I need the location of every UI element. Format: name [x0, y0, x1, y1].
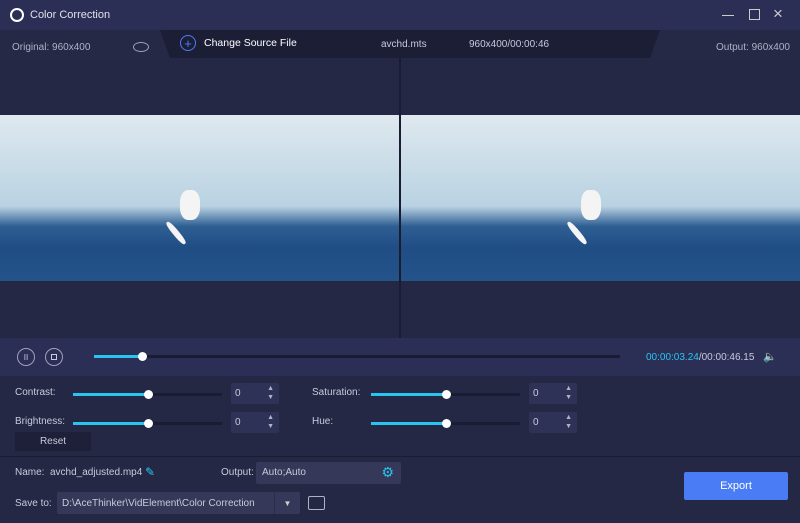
- arrow-down-icon[interactable]: ▼: [565, 423, 572, 430]
- app-logo-icon: [10, 8, 24, 22]
- edit-name-icon[interactable]: ✎: [145, 465, 155, 479]
- arrow-up-icon[interactable]: ▲: [565, 385, 572, 392]
- change-source-button[interactable]: + Change Source File: [180, 35, 297, 51]
- contrast-stepper[interactable]: 0 ▲ ▼: [231, 383, 279, 404]
- name-value: avchd_adjusted.mp4: [50, 467, 143, 478]
- volume-icon[interactable]: 🔈: [763, 350, 777, 363]
- chevron-down-icon[interactable]: ▼: [274, 492, 300, 514]
- gear-icon[interactable]: ⚙: [381, 464, 394, 481]
- saturation-slider[interactable]: [371, 390, 520, 399]
- current-time: 00:00:03.24: [646, 352, 699, 363]
- output-video-preview: [401, 58, 800, 338]
- arrow-up-icon[interactable]: ▲: [267, 414, 274, 421]
- hue-slider[interactable]: [371, 419, 520, 428]
- maximize-button[interactable]: [749, 9, 760, 20]
- saturation-stepper[interactable]: 0 ▲ ▼: [529, 383, 577, 404]
- name-label: Name:: [15, 467, 45, 478]
- eye-icon[interactable]: [133, 42, 149, 52]
- total-time: /00:00:46.15: [698, 352, 755, 363]
- file-info: 960x400/00:00:46: [469, 39, 550, 50]
- contrast-label: Contrast:: [15, 387, 56, 398]
- export-button[interactable]: Export: [684, 472, 788, 500]
- original-video-preview: [0, 58, 399, 338]
- original-resolution: Original: 960x400: [12, 42, 91, 53]
- hue-stepper[interactable]: 0 ▲ ▼: [529, 412, 577, 433]
- brightness-slider[interactable]: [73, 419, 222, 428]
- arrow-up-icon[interactable]: ▲: [267, 385, 274, 392]
- arrow-up-icon[interactable]: ▲: [565, 414, 572, 421]
- contrast-slider[interactable]: [73, 390, 222, 399]
- output-label: Output:: [221, 467, 254, 478]
- output-format-field[interactable]: Auto;Auto ⚙: [256, 462, 401, 484]
- progress-slider[interactable]: [94, 352, 620, 361]
- reset-button[interactable]: Reset: [15, 432, 91, 451]
- file-name: avchd.mts: [381, 39, 427, 50]
- minimize-button[interactable]: [722, 15, 734, 16]
- pause-button[interactable]: II: [17, 348, 35, 366]
- close-button[interactable]: ×: [773, 4, 783, 24]
- save-to-label: Save to:: [15, 498, 52, 509]
- arrow-down-icon[interactable]: ▼: [267, 394, 274, 401]
- brightness-label: Brightness:: [15, 416, 66, 427]
- playback-bar: II 00:00:03.24/00:00:46.15 🔈: [0, 338, 800, 376]
- arrow-down-icon[interactable]: ▼: [565, 394, 572, 401]
- save-path-dropdown[interactable]: D:\AceThinker\VidElement\Color Correctio…: [57, 492, 300, 514]
- title-bar: Color Correction ×: [0, 0, 800, 30]
- saturation-label: Saturation:: [312, 387, 361, 398]
- folder-icon[interactable]: [308, 496, 325, 510]
- window-title: Color Correction: [30, 9, 111, 21]
- output-resolution: Output: 960x400: [716, 42, 790, 53]
- hue-label: Hue:: [312, 416, 334, 427]
- stop-button[interactable]: [45, 348, 63, 366]
- brightness-stepper[interactable]: 0 ▲ ▼: [231, 412, 279, 433]
- arrow-down-icon[interactable]: ▼: [267, 423, 274, 430]
- plus-circle-icon: +: [180, 35, 196, 51]
